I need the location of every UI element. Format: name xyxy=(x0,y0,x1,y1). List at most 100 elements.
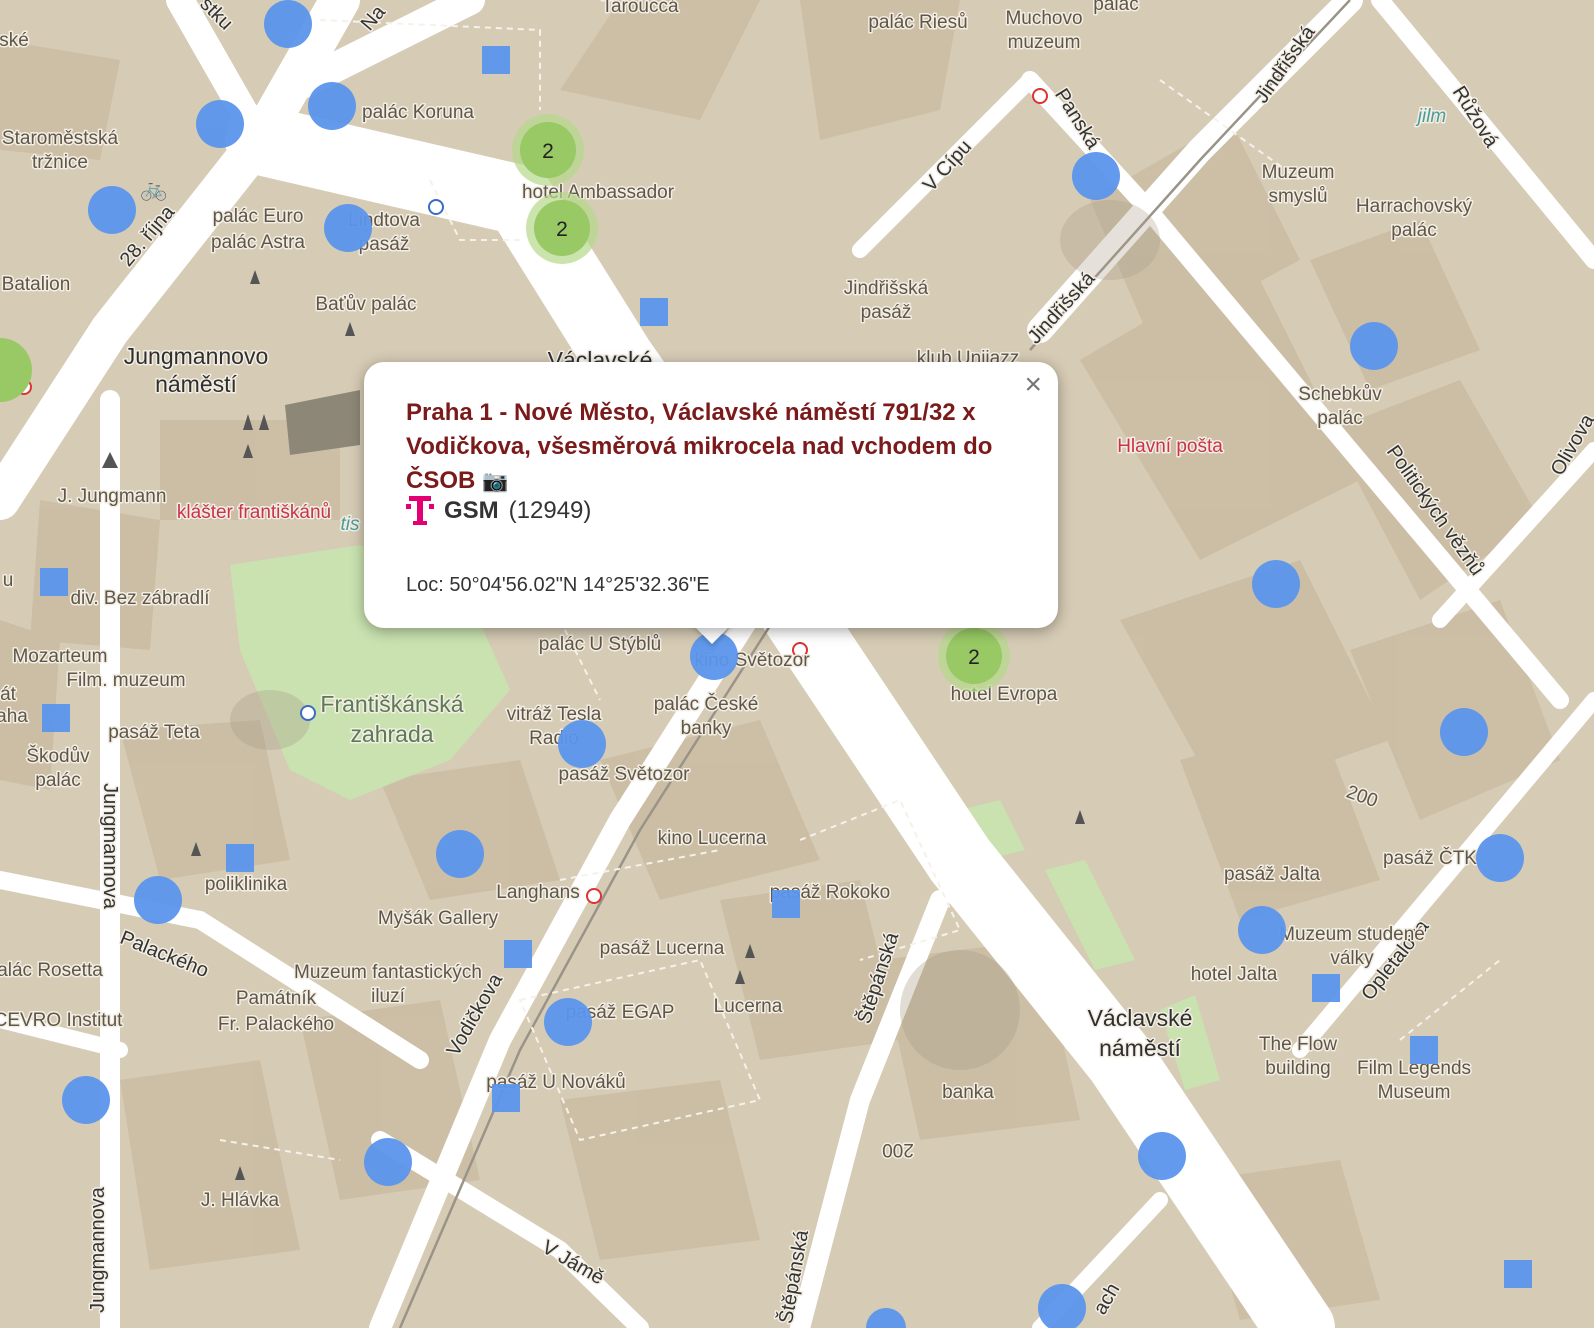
street-jungmannova-2: Jungmannova xyxy=(87,1186,109,1313)
info-icon xyxy=(428,199,444,215)
square-marker[interactable] xyxy=(1504,1260,1532,1288)
label-frantiskanska-2: zahrada xyxy=(350,721,433,747)
cell-marker[interactable] xyxy=(558,720,606,768)
square-marker[interactable] xyxy=(1410,1036,1438,1064)
cell-marker[interactable] xyxy=(88,186,136,234)
cell-marker[interactable] xyxy=(62,1076,110,1124)
square-marker[interactable] xyxy=(640,298,668,326)
label-elevation-2: 200 xyxy=(882,1139,914,1160)
square-marker[interactable] xyxy=(482,46,510,74)
bicycle-icon: 🚲 xyxy=(140,176,167,201)
label-j-hlavka: J. Hlávka xyxy=(201,1190,280,1211)
square-marker[interactable] xyxy=(504,940,532,968)
label-jungmannovo-2: náměstí xyxy=(155,371,237,397)
label-batuv-palac: Baťův palác xyxy=(315,294,416,315)
label-muzeum-smyslu-2: smyslů xyxy=(1268,186,1327,207)
cell-marker[interactable] xyxy=(436,830,484,878)
label-harrachovsky-1: Harrachovský xyxy=(1356,196,1473,217)
label-palac-euro: palác Euro xyxy=(213,206,304,227)
label-tis: tis xyxy=(341,514,361,535)
cell-marker[interactable] xyxy=(308,82,356,130)
label-palac-astra: palác Astra xyxy=(211,232,305,253)
label-pasaz-lucerna: pasáž Lucerna xyxy=(600,938,725,959)
cell-marker[interactable] xyxy=(1138,1132,1186,1180)
square-marker[interactable] xyxy=(42,704,70,732)
label-div-bez-zabradli: div. Bez zábradlí xyxy=(70,588,210,609)
cell-marker[interactable] xyxy=(1440,708,1488,756)
label-muzeum-iluzi-1: Muzeum fantastických xyxy=(294,962,482,983)
loc-label: Loc: xyxy=(406,574,444,596)
label-edge-at: át xyxy=(0,684,17,705)
cell-marker[interactable] xyxy=(264,0,312,48)
label-jilm: jilm xyxy=(1415,106,1447,127)
label-pamatnik-2: Fr. Palackého xyxy=(218,1014,334,1035)
cluster-marker[interactable]: 2 xyxy=(938,620,1010,692)
cell-marker[interactable] xyxy=(364,1138,412,1186)
label-vaclavske-2: náměstí xyxy=(1099,1035,1181,1061)
cluster-marker[interactable]: 2 xyxy=(526,192,598,264)
camera-icon[interactable]: 📷 xyxy=(482,470,508,493)
label-hlavni-posta: Hlavní pošta xyxy=(1117,436,1223,457)
terrain-shade xyxy=(900,950,1020,1070)
label-edge-aha: aha xyxy=(0,706,28,727)
label-hotel-jalta: hotel Jalta xyxy=(1191,964,1278,985)
label-pamatnik-1: Památník xyxy=(236,988,317,1009)
label-palac-rosetta: alác Rosetta xyxy=(0,960,103,981)
cell-marker[interactable] xyxy=(1252,560,1300,608)
label-muchovo-2: muzeum xyxy=(1008,32,1081,53)
label-poliklinika: poliklinika xyxy=(205,874,288,895)
label-kino-lucerna: kino Lucerna xyxy=(658,828,767,849)
cell-id: (12949) xyxy=(508,497,592,524)
label-jindrisska-pasaz-2: pasáž xyxy=(861,302,912,323)
label-mozarteum: Mozarteum xyxy=(12,646,107,667)
label-muzeum-studene-2: války xyxy=(1330,948,1374,969)
cell-marker[interactable] xyxy=(196,100,244,148)
metro-icon xyxy=(1032,88,1048,104)
label-tarouca: Tarouccá xyxy=(601,0,679,17)
square-marker[interactable] xyxy=(40,568,68,596)
label-vaclavske-1: Václavské xyxy=(1088,1005,1193,1031)
cluster-count: 2 xyxy=(556,218,568,241)
label-the-flow-1: The Flow xyxy=(1259,1034,1337,1055)
close-icon[interactable]: × xyxy=(1024,370,1042,400)
cluster-count: 2 xyxy=(968,646,980,669)
street-jungmannova-1: Jungmannova xyxy=(99,783,121,910)
cell-marker[interactable] xyxy=(134,876,182,924)
label-banka: banka xyxy=(942,1082,994,1103)
label-lucerna: Lucerna xyxy=(714,996,783,1017)
cell-marker[interactable] xyxy=(1238,906,1286,954)
label-harrachovsky-2: palác xyxy=(1391,220,1436,241)
label-batalion: Batalion xyxy=(2,274,71,295)
label-staromestska-2: tržnice xyxy=(32,152,88,173)
square-marker[interactable] xyxy=(226,844,254,872)
label-edge-u: u xyxy=(3,570,14,591)
map-canvas[interactable]: 🚲 Na stku 28. října V Cípu Panská Jindři… xyxy=(0,0,1594,1328)
label-schebkuv-1: Schebkův xyxy=(1298,384,1382,405)
label-palac-ceske-1: palác České xyxy=(654,693,759,715)
cell-marker[interactable] xyxy=(1072,152,1120,200)
label-klaster: klášter františkánů xyxy=(177,502,331,523)
label-muchovo-1: Muchovo xyxy=(1005,8,1082,29)
cell-marker[interactable] xyxy=(1476,834,1524,882)
label-schebkuv-2: palác xyxy=(1317,408,1362,429)
label-skoduv-1: Škodův xyxy=(26,745,90,767)
label-skoduv-2: palác xyxy=(35,770,80,791)
cell-marker[interactable] xyxy=(324,204,372,252)
label-mysak-gallery: Myšák Gallery xyxy=(378,908,499,929)
cell-info-popup: × Praha 1 - Nové Město, Václavské náměst… xyxy=(364,362,1058,628)
label-jungmannovo-1: Jungmannovo xyxy=(124,343,269,369)
square-marker[interactable] xyxy=(1312,974,1340,1002)
info-icon xyxy=(300,705,316,721)
label-jindrisska-pasaz-1: Jindřišská xyxy=(844,278,929,299)
cluster-marker[interactable]: 2 xyxy=(512,114,584,186)
label-pasaz-teta: pasáž Teta xyxy=(108,722,200,743)
network-type: GSM xyxy=(444,497,499,524)
square-marker[interactable] xyxy=(772,890,800,918)
square-marker[interactable] xyxy=(492,1084,520,1112)
cell-marker[interactable] xyxy=(544,998,592,1046)
label-cevro: CEVRO Institut xyxy=(0,1010,123,1031)
cell-marker[interactable] xyxy=(1350,322,1398,370)
metro-icon xyxy=(586,888,602,904)
popup-title: Praha 1 - Nové Město, Václavské náměstí … xyxy=(406,396,1016,499)
label-palac-ceske-2: banky xyxy=(681,718,732,739)
